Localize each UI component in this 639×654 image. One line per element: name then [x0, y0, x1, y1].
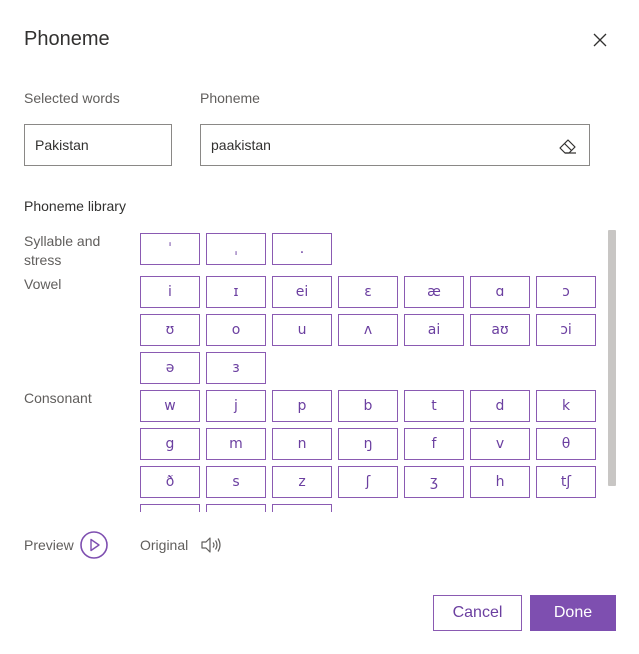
phoneme-key[interactable]: d [470, 390, 530, 422]
consonant-key-row: ð s z ʃ ʒ h tʃ [140, 466, 596, 498]
play-circle-icon[interactable] [79, 530, 109, 560]
speaker-icon[interactable] [199, 534, 223, 556]
syllable-stress-label: Syllable and stress [24, 233, 101, 268]
phoneme-key[interactable]: ʒ [404, 466, 464, 498]
vowel-key-row: ʊ o u ʌ ai aʊ ɔi [140, 314, 596, 346]
phoneme-key[interactable]: ɑ [470, 276, 530, 308]
phoneme-key[interactable] [272, 504, 332, 512]
phoneme-key[interactable]: w [140, 390, 200, 422]
preview-label: Preview [24, 537, 74, 553]
phoneme-key[interactable]: ʌ [338, 314, 398, 346]
scrollbar-thumb[interactable] [608, 230, 616, 486]
phoneme-key[interactable]: p [272, 390, 332, 422]
phoneme-library: Syllable and stress ˈ ˌ . Vowel i ɪ ei ɛ… [0, 228, 620, 512]
phoneme-key[interactable]: ai [404, 314, 464, 346]
selected-words-field[interactable] [24, 124, 172, 166]
vowel-key-row: ə ɜ [140, 352, 266, 384]
phoneme-input[interactable] [200, 124, 590, 166]
consonant-label: Consonant [24, 390, 92, 406]
close-icon[interactable] [588, 28, 612, 52]
phoneme-key[interactable]: æ [404, 276, 464, 308]
phoneme-key[interactable]: o [206, 314, 266, 346]
phoneme-key[interactable]: ʃ [338, 466, 398, 498]
phoneme-key[interactable]: ð [140, 466, 200, 498]
library-scrollbar[interactable] [608, 230, 616, 486]
phoneme-key[interactable]: s [206, 466, 266, 498]
phoneme-key[interactable]: n [272, 428, 332, 460]
consonant-key-row: w j p b t d k [140, 390, 596, 422]
phoneme-key[interactable]: b [338, 390, 398, 422]
phoneme-key[interactable]: f [404, 428, 464, 460]
selected-words-label: Selected words [24, 90, 120, 106]
phoneme-label: Phoneme [200, 90, 260, 106]
phoneme-key[interactable]: v [470, 428, 530, 460]
phoneme-key[interactable]: j [206, 390, 266, 422]
phoneme-key[interactable]: ˌ [206, 233, 266, 265]
phoneme-key[interactable]: θ [536, 428, 596, 460]
phoneme-key[interactable]: tʃ [536, 466, 596, 498]
phoneme-key[interactable] [206, 504, 266, 512]
phoneme-key[interactable]: i [140, 276, 200, 308]
phoneme-key[interactable]: ɛ [338, 276, 398, 308]
phoneme-key[interactable] [140, 504, 200, 512]
dialog-title: Phoneme [24, 28, 110, 50]
consonant-key-row: g m n ŋ f v θ [140, 428, 596, 460]
phoneme-key[interactable]: z [272, 466, 332, 498]
phoneme-key[interactable]: ŋ [338, 428, 398, 460]
phoneme-key[interactable]: k [536, 390, 596, 422]
phoneme-key[interactable]: g [140, 428, 200, 460]
vowel-key-row: i ɪ ei ɛ æ ɑ ɔ [140, 276, 596, 308]
phoneme-key[interactable]: ɔi [536, 314, 596, 346]
syllable-key-row: ˈ ˌ . [140, 233, 332, 265]
phoneme-key[interactable]: h [470, 466, 530, 498]
phoneme-key[interactable]: u [272, 314, 332, 346]
phoneme-library-title: Phoneme library [24, 198, 126, 214]
phoneme-key[interactable]: ˈ [140, 233, 200, 265]
phoneme-key[interactable]: . [272, 233, 332, 265]
phoneme-key[interactable]: ə [140, 352, 200, 384]
phoneme-key[interactable]: ei [272, 276, 332, 308]
phoneme-key[interactable]: ɪ [206, 276, 266, 308]
eraser-icon[interactable] [556, 134, 580, 158]
phoneme-key[interactable]: m [206, 428, 266, 460]
vowel-label: Vowel [24, 276, 62, 292]
phoneme-key[interactable]: ɔ [536, 276, 596, 308]
phoneme-key[interactable]: ɜ [206, 352, 266, 384]
phoneme-key[interactable]: aʊ [470, 314, 530, 346]
consonant-key-row [140, 504, 332, 512]
phoneme-key[interactable]: t [404, 390, 464, 422]
original-label: Original [140, 537, 189, 553]
cancel-button[interactable]: Cancel [433, 595, 522, 631]
phoneme-key[interactable]: ʊ [140, 314, 200, 346]
done-button[interactable]: Done [530, 595, 616, 631]
